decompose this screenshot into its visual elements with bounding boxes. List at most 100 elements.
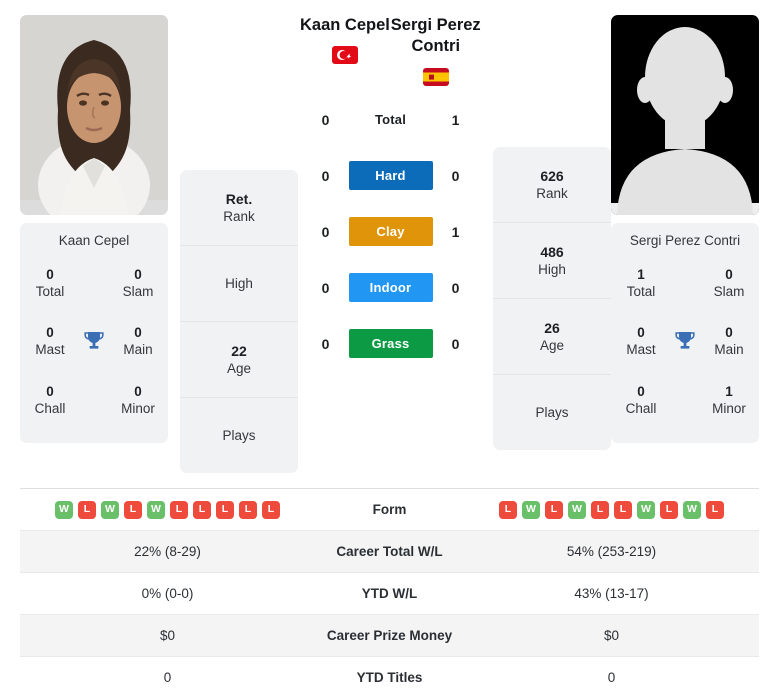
left-grass-score: 0 <box>321 335 330 352</box>
left-age-box: 22 Age <box>180 322 298 398</box>
left-career-prize: $0 <box>159 628 176 643</box>
form-badge[interactable]: L <box>124 500 142 519</box>
right-mast-value: 0 <box>637 325 645 341</box>
right-plays-box: Plays <box>493 375 611 450</box>
form-badge[interactable]: L <box>239 500 257 519</box>
surface-label-total: Total <box>374 112 407 128</box>
left-rank-value: Ret. <box>225 190 253 207</box>
label-career-prize: Career Prize Money <box>326 628 453 643</box>
right-titles-row-1: 1 Total 0 Slam <box>617 266 753 301</box>
left-titles-grid: 0 Total 0 Slam 0 Mast 0 Main 0 Chall 0 M… <box>26 254 162 429</box>
right-age-box: 26 Age <box>493 299 611 375</box>
form-badge[interactable]: L <box>216 500 234 519</box>
left-total-titles: 0 Total <box>26 266 74 301</box>
right-slam-titles: 0 Slam <box>705 266 753 301</box>
player-silhouette-icon <box>611 15 759 215</box>
right-titles-grid: 1 Total 0 Slam 0 Mast 0 Main 0 Chall 1 M… <box>617 254 753 429</box>
left-hard-score: 0 <box>321 167 330 184</box>
right-total-label: Total <box>626 284 656 300</box>
right-plays-label: Plays <box>535 405 569 421</box>
left-ytd-titles: 0 <box>163 670 172 685</box>
right-ytd-titles: 0 <box>607 670 616 685</box>
left-player-column: Kaan Cepel 0 Total 0 Slam 0 Mast 0 Main … <box>20 15 168 443</box>
form-badge[interactable]: W <box>147 500 165 519</box>
left-minor-titles: 0 Minor <box>114 383 162 418</box>
label-ytd-titles: YTD Titles <box>356 670 423 685</box>
surface-row-total: 0 Total 1 <box>298 92 483 148</box>
right-slam-value: 0 <box>725 266 733 282</box>
left-career-wl: 22% (8-29) <box>134 544 201 559</box>
form-badge[interactable]: L <box>614 500 632 519</box>
right-minor-titles: 1 Minor <box>705 383 753 418</box>
left-total-label: Total <box>35 284 65 300</box>
surface-breakdown-list: 0 Total 1 0 Hard 0 0 Clay 1 0 Indoor 0 0… <box>298 92 483 372</box>
label-form: Form <box>372 502 407 517</box>
form-badge[interactable]: L <box>499 500 517 519</box>
right-career-wl: 54% (253-219) <box>566 544 657 559</box>
left-age-label: Age <box>226 360 252 376</box>
label-career-wl: Career Total W/L <box>336 544 443 559</box>
left-high-label: High <box>225 276 253 292</box>
trophy-glyph <box>84 332 104 350</box>
right-chall-titles: 0 Chall <box>617 383 665 418</box>
left-player-name[interactable]: Kaan Cepel <box>300 15 391 36</box>
right-rank-card: 626 Rank 486 High 26 Age Plays <box>493 147 611 450</box>
right-minor-label: Minor <box>712 400 746 416</box>
left-high-box: High <box>180 246 298 322</box>
left-mast-titles: 0 Mast <box>26 324 74 359</box>
left-plays-label: Plays <box>222 428 256 444</box>
right-player-name[interactable]: Sergi Perez Contri <box>391 15 482 58</box>
form-badge[interactable]: W <box>568 500 586 519</box>
form-badge[interactable]: L <box>193 500 211 519</box>
spain-flag-icon <box>422 67 449 86</box>
form-badge[interactable]: L <box>706 500 724 519</box>
right-total-score: 1 <box>451 111 460 128</box>
left-indoor-score: 0 <box>321 279 330 296</box>
right-rank-label: Rank <box>536 185 568 201</box>
comparison-header: Kaan Cepel 0 Total 0 Slam 0 Mast 0 Main … <box>0 0 779 473</box>
right-main-titles: 0 Main <box>705 324 753 359</box>
right-hard-score: 0 <box>451 167 460 184</box>
right-slam-label: Slam <box>713 284 745 300</box>
surface-label-hard[interactable]: Hard <box>348 161 433 191</box>
form-badge[interactable]: W <box>637 500 655 519</box>
surface-label-clay[interactable]: Clay <box>348 217 433 247</box>
left-slam-label: Slam <box>122 284 154 300</box>
left-rank-card: Ret. Rank High 22 Age Plays <box>180 170 298 473</box>
form-badge[interactable]: L <box>170 500 188 519</box>
form-badge[interactable]: W <box>683 500 701 519</box>
form-badge[interactable]: W <box>101 500 119 519</box>
right-chall-label: Chall <box>625 400 657 416</box>
left-plays-box: Plays <box>180 398 298 473</box>
left-main-value: 0 <box>134 325 142 341</box>
left-player-titles-card: Kaan Cepel 0 Total 0 Slam 0 Mast 0 Main … <box>20 223 168 443</box>
right-grass-score: 0 <box>451 335 460 352</box>
form-badge[interactable]: L <box>262 500 280 519</box>
left-minor-value: 0 <box>134 383 142 399</box>
form-badge[interactable]: W <box>522 500 540 519</box>
left-rank-box: Ret. Rank <box>180 170 298 246</box>
right-mast-label: Mast <box>626 342 656 358</box>
right-titles-row-3: 0 Chall 1 Minor <box>617 383 753 418</box>
comparison-stats-table: WLWLWLLLLL Form LWLWLLWLWL 22% (8-29) Ca… <box>20 488 759 698</box>
form-badge[interactable]: W <box>55 500 73 519</box>
right-titles-row-2: 0 Mast 0 Main <box>617 324 753 359</box>
left-age-value: 22 <box>231 342 247 359</box>
left-player-photo[interactable] <box>20 15 168 215</box>
form-badge[interactable]: L <box>660 500 678 519</box>
right-total-titles: 1 Total <box>617 266 665 301</box>
left-form-badges: WLWLWLLLLL <box>20 500 315 519</box>
portrait-photo-icon <box>20 15 168 215</box>
surface-label-indoor[interactable]: Indoor <box>348 273 433 303</box>
right-main-value: 0 <box>725 325 733 341</box>
right-player-photo[interactable] <box>611 15 759 215</box>
form-badge[interactable]: L <box>545 500 563 519</box>
left-chall-titles: 0 Chall <box>26 383 74 418</box>
form-badge[interactable]: L <box>78 500 96 519</box>
left-titles-row-2: 0 Mast 0 Main <box>26 324 162 359</box>
form-badge[interactable]: L <box>591 500 609 519</box>
right-indoor-score: 0 <box>451 279 460 296</box>
surface-label-grass[interactable]: Grass <box>348 329 433 359</box>
right-rank-box: 626 Rank <box>493 147 611 223</box>
right-player-titles-card: Sergi Perez Contri 1 Total 0 Slam 0 Mast… <box>611 223 759 443</box>
